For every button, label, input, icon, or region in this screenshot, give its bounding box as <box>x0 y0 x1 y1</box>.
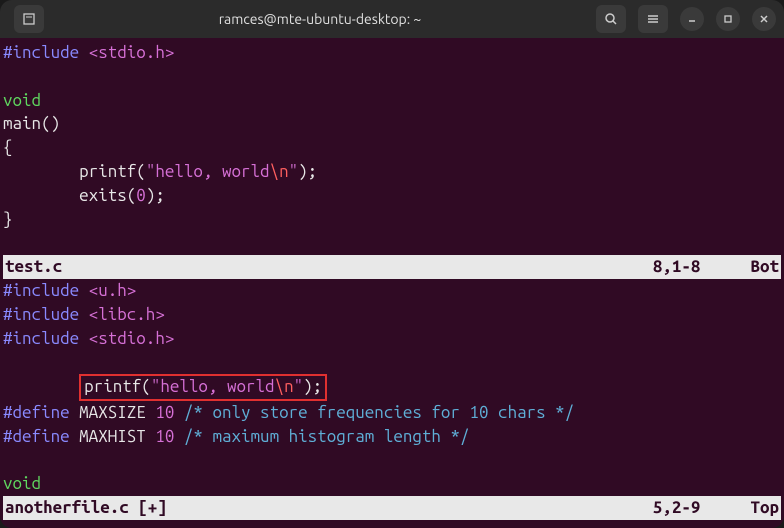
close-brace: } <box>3 210 13 229</box>
escape-seq: \n <box>270 162 289 181</box>
code-line: #include <libc.h> <box>3 303 781 327</box>
include-keyword: #include <box>3 305 79 324</box>
string-literal: "hello, world <box>151 377 275 396</box>
comment: /* maximum histogram length */ <box>174 427 469 446</box>
comment: /* only store frequencies for 10 chars *… <box>174 403 574 422</box>
string-literal: " <box>289 162 299 181</box>
vim-statusbar-bottom: anotherfile.c [+] 5,2-9 Top <box>3 496 781 520</box>
titlebar-buttons <box>596 5 776 33</box>
header-path: <u.h> <box>79 281 136 300</box>
void-keyword: void <box>3 91 41 110</box>
status-position: 5,2-9 <box>653 496 701 520</box>
string-literal: "hello, world <box>146 162 270 181</box>
window-title: ramces@mte-ubuntu-desktop: ~ <box>44 11 596 27</box>
blank-line <box>3 65 781 89</box>
include-keyword: #include <box>3 329 79 348</box>
define-keyword: #define <box>3 427 70 446</box>
blank-line <box>3 351 781 375</box>
new-tab-button[interactable] <box>14 5 44 33</box>
header-path: <libc.h> <box>79 305 165 324</box>
search-button[interactable] <box>596 5 626 33</box>
number-literal: 10 <box>155 403 174 422</box>
code-line: } <box>3 208 781 232</box>
code-line: main() <box>3 112 781 136</box>
define-keyword: #define <box>3 403 70 422</box>
highlighted-text: printf("hello, world\n"); <box>79 374 327 400</box>
exits-call: exits( <box>79 186 136 205</box>
blank-line <box>3 448 781 472</box>
code-line: #define MAXSIZE 10 /* only store frequen… <box>3 401 781 425</box>
terminal-area[interactable]: #include <stdio.h> void main() { printf(… <box>0 38 784 528</box>
header-path: <stdio.h> <box>79 329 174 348</box>
close-button[interactable] <box>752 7 776 31</box>
include-keyword: #include <box>3 43 79 62</box>
titlebar-left <box>8 5 44 33</box>
printf-call: printf( <box>84 377 151 396</box>
code-line: printf("hello, world\n"); <box>3 374 781 400</box>
main-signature: main() <box>3 114 60 133</box>
minimize-button[interactable] <box>680 7 704 31</box>
status-filename: anotherfile.c [+] <box>5 496 167 520</box>
status-location: Bot <box>750 255 779 279</box>
include-keyword: #include <box>3 281 79 300</box>
escape-seq: \n <box>275 377 294 396</box>
macro-name: MAXHIST <box>70 427 156 446</box>
code-line: #define MAXHIST 10 /* maximum histogram … <box>3 425 781 449</box>
string-literal: " <box>294 377 304 396</box>
status-location: Top <box>750 496 779 520</box>
status-filename: test.c <box>5 255 62 279</box>
void-keyword: void <box>3 474 41 493</box>
macro-name: MAXSIZE <box>70 403 156 422</box>
number-literal: 0 <box>136 186 146 205</box>
code-line: #include <u.h> <box>3 279 781 303</box>
code-line: void <box>3 472 781 496</box>
maximize-button[interactable] <box>716 7 740 31</box>
status-position: 8,1-8 <box>653 255 701 279</box>
blank-line <box>3 231 781 255</box>
printf-call: printf( <box>79 162 146 181</box>
code-line: exits(0); <box>3 184 781 208</box>
menu-button[interactable] <box>638 5 668 33</box>
number-literal: 10 <box>155 427 174 446</box>
code-line: { <box>3 136 781 160</box>
header-path: <stdio.h> <box>79 43 174 62</box>
vim-statusbar-top: test.c 8,1-8 Bot <box>3 255 781 279</box>
code-line: #include <stdio.h> <box>3 327 781 351</box>
window-titlebar: ramces@mte-ubuntu-desktop: ~ <box>0 0 784 38</box>
open-brace: { <box>3 138 13 157</box>
code-line: #include <stdio.h> <box>3 41 781 65</box>
code-line: printf("hello, world\n"); <box>3 160 781 184</box>
code-line: void <box>3 89 781 113</box>
